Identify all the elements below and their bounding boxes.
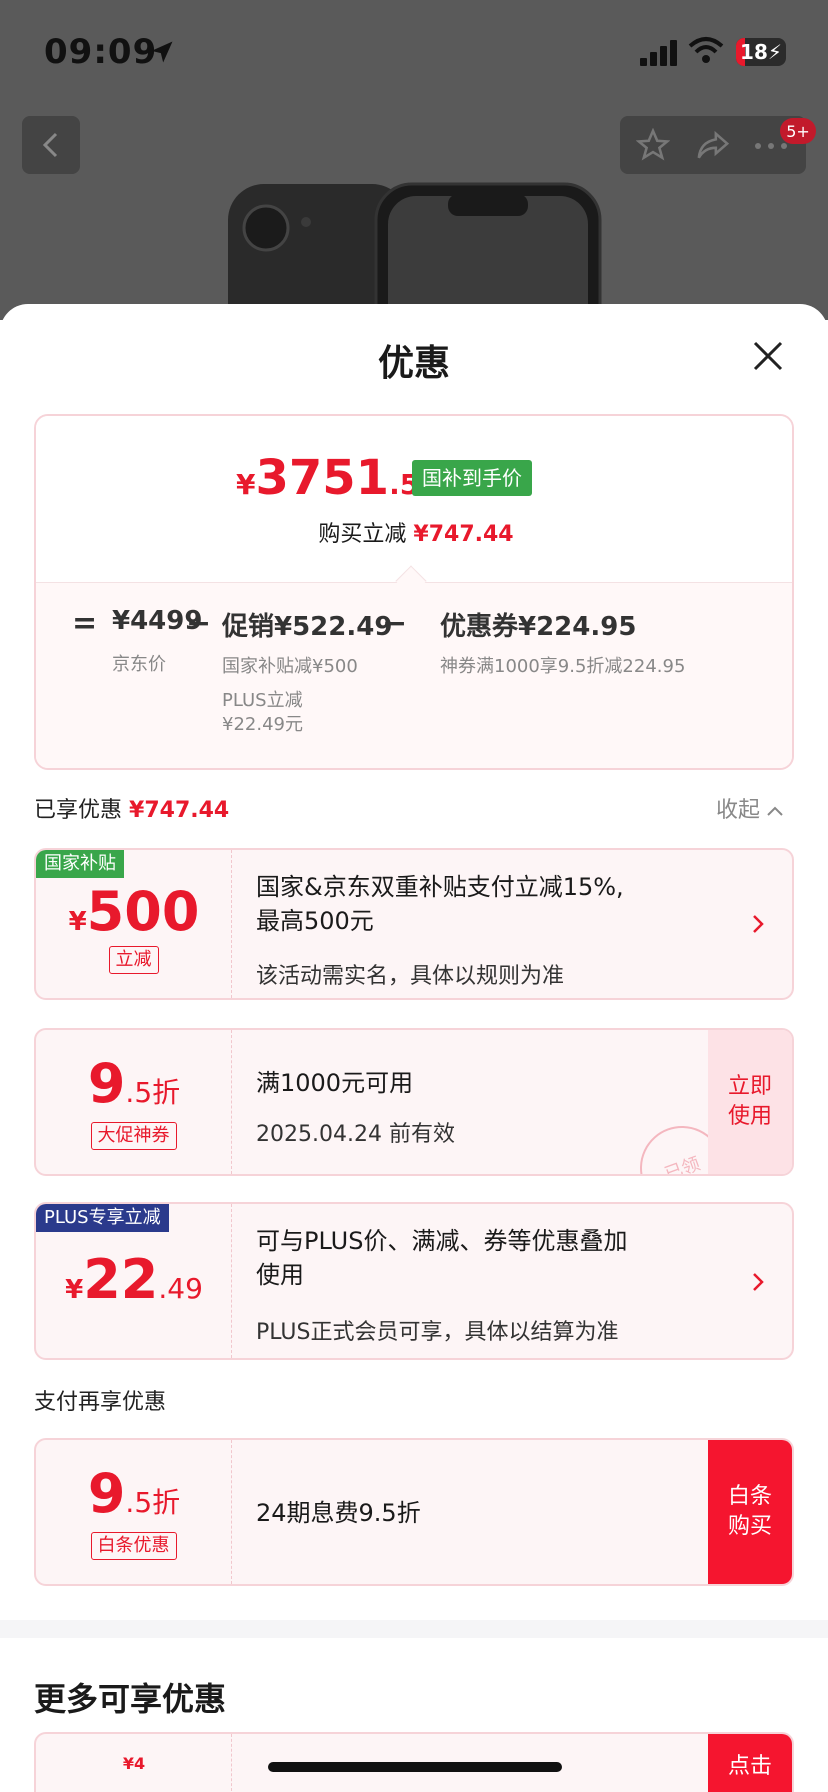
- promo-plus-amount: ¥22.49元: [222, 714, 303, 735]
- back-button[interactable]: [22, 116, 80, 174]
- pay-section-title: 支付再享优惠: [34, 1390, 167, 1415]
- location-arrow-icon: [151, 41, 173, 63]
- subsidy-title: 国家&京东双重补贴支付立减15%, 最高500元: [256, 873, 624, 935]
- baitiao-buy-button[interactable]: 白条 购买: [708, 1440, 792, 1584]
- plus-desc: PLUS正式会员可享，具体以结算为准: [256, 1320, 619, 1345]
- chevron-right-icon: [753, 1273, 764, 1291]
- baitiao-card: 9.5折 白条优惠 24期息费9.5折 白条 购买: [34, 1438, 794, 1586]
- more-amount: ¥4: [122, 1754, 146, 1773]
- use-now-button[interactable]: 立即 使用: [708, 1030, 792, 1174]
- instant-reduce-badge: 立减: [108, 946, 159, 974]
- coupon-amount: 优惠券¥224.95: [440, 612, 637, 642]
- coupon-detail: 神券满1000享9.5折减224.95: [440, 656, 686, 677]
- plus-title: 可与PLUS价、满减、券等优惠叠加 使用: [256, 1227, 628, 1289]
- status-bar: 09:09 18 ⚡: [0, 0, 828, 100]
- equals-sign: =: [72, 606, 98, 641]
- status-time: 09:09: [44, 32, 158, 72]
- discount-sheet: 优惠 ¥3751.56 国补到手价 购买立减 ¥747.44 = ¥4499 京…: [0, 304, 828, 1792]
- total-reduction: 购买立减 ¥747.44: [318, 522, 514, 547]
- big-promo-coupon-badge: 大促神券: [90, 1122, 177, 1150]
- section-divider: [0, 1620, 828, 1638]
- promo-amount: 促销¥522.49: [222, 612, 393, 642]
- gov-subsidy-tag: 国家补贴: [36, 850, 124, 878]
- more-click-button[interactable]: 点击: [708, 1734, 792, 1792]
- chevron-left-icon: [42, 132, 58, 158]
- jd-price-label: 京东价: [112, 654, 166, 675]
- coupon-card: 9.5折 大促神券 满1000元可用 2025.04.24 前有效 已领 立即使…: [34, 1028, 794, 1176]
- star-icon[interactable]: [636, 128, 670, 162]
- collapse-toggle[interactable]: 收起: [716, 792, 784, 824]
- coupon-expiry: 2025.04.24 前有效: [256, 1122, 455, 1147]
- share-icon[interactable]: [696, 128, 730, 162]
- price-summary: ¥3751.56 国补到手价 购买立减 ¥747.44 = ¥4499 京东价 …: [34, 414, 794, 770]
- chevron-right-icon: [753, 915, 764, 933]
- plus-amount: ¥22.49: [65, 1248, 203, 1311]
- subsidy-desc: 该活动需实名，具体以规则为准: [256, 964, 565, 989]
- baitiao-badge: 白条优惠: [90, 1532, 177, 1560]
- more-discounts-title: 更多可享优惠: [34, 1680, 227, 1718]
- message-count-badge: 5+: [780, 118, 816, 144]
- baitiao-discount: 9.5折: [87, 1462, 181, 1525]
- enjoyed-discount-title: 已享优惠 ¥747.44: [34, 798, 230, 823]
- product-image: [228, 182, 602, 320]
- plus-tag: PLUS专享立减: [36, 1204, 169, 1232]
- minus-sign: −: [186, 606, 212, 641]
- more-icon[interactable]: [754, 142, 788, 150]
- plus-discount-card[interactable]: PLUS专享立减 ¥22.49 可与PLUS价、满减、券等优惠叠加 使用 PLUS…: [34, 1202, 794, 1360]
- subsidy-amount: ¥500: [68, 880, 200, 943]
- final-price: ¥3751.56: [236, 450, 439, 506]
- sheet-title: 优惠: [377, 343, 450, 384]
- minus-sign: −: [382, 606, 408, 641]
- product-page-background: 09:09 18 ⚡ 5+: [0, 0, 828, 320]
- top-action-bar: [620, 116, 806, 174]
- promo-gov-subsidy: 国家补贴减¥500: [222, 656, 358, 677]
- coupon-condition: 满1000元可用: [256, 1069, 414, 1097]
- home-indicator: [268, 1762, 562, 1772]
- battery-indicator: 18 ⚡: [736, 38, 786, 66]
- cellular-signal-icon: [640, 40, 677, 66]
- coupon-discount: 9.5折: [87, 1052, 181, 1115]
- chevron-up-icon: [767, 806, 783, 816]
- promo-plus-label: PLUS立减: [222, 690, 303, 711]
- wifi-icon: [688, 37, 724, 63]
- gov-subsidy-price-tag: 国补到手价: [412, 460, 532, 496]
- gov-subsidy-card[interactable]: 国家补贴 ¥500 立减 国家&京东双重补贴支付立减15%, 最高500元 该活动…: [34, 848, 794, 1000]
- baitiao-title: 24期息费9.5折: [256, 1499, 421, 1527]
- close-icon[interactable]: [752, 340, 784, 372]
